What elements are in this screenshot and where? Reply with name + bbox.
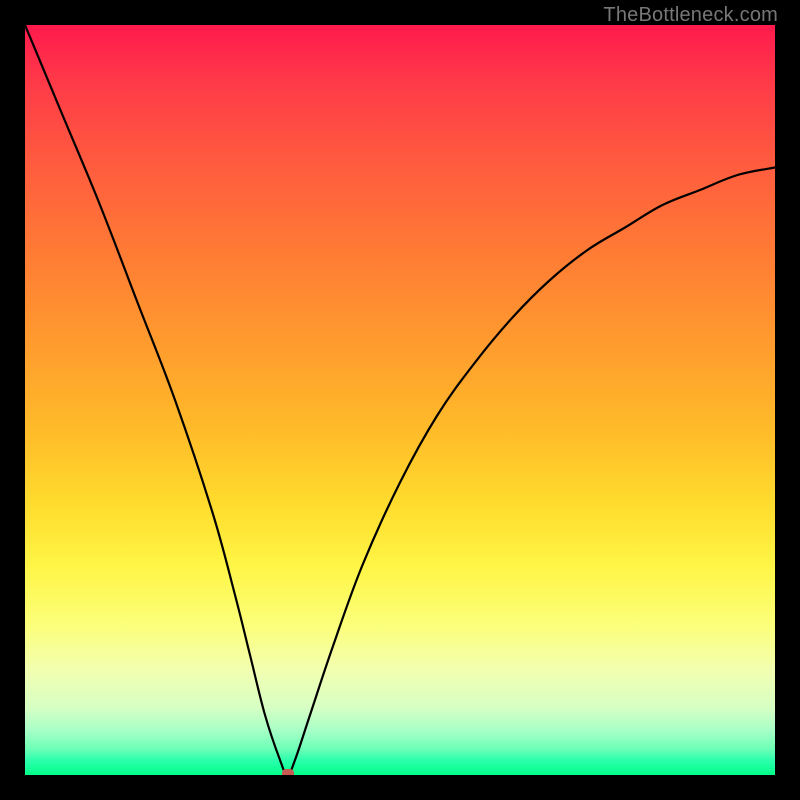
chart-plot-area	[25, 25, 775, 775]
watermark-text: TheBottleneck.com	[603, 4, 778, 27]
chart-curve-layer	[25, 25, 775, 775]
curve-minimum-marker	[282, 769, 294, 775]
bottleneck-curve	[25, 25, 775, 775]
